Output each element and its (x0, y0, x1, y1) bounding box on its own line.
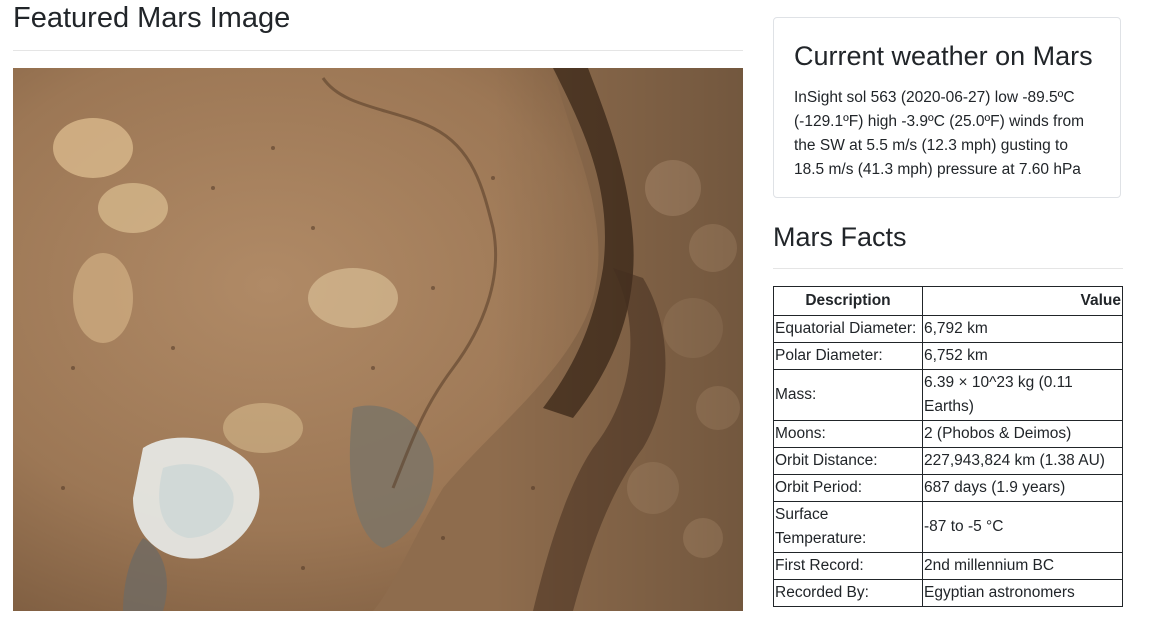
facts-divider (773, 268, 1123, 269)
facts-header-row: Description Value (773, 286, 1123, 316)
table-row: Surface Temperature: -87 to -5 °C (773, 501, 1123, 553)
fact-description: First Record: (773, 552, 923, 580)
featured-divider (13, 50, 743, 51)
facts-header-value: Value (922, 286, 1123, 316)
facts-title: Mars Facts (773, 222, 907, 252)
fact-value: 6,792 km (922, 315, 1123, 343)
facts-table: Description Value Equatorial Diameter: 6… (773, 286, 1123, 607)
fact-description: Moons: (773, 420, 923, 448)
table-row: Moons: 2 (Phobos & Deimos) (773, 420, 1123, 448)
featured-mars-image[interactable] (13, 68, 743, 611)
fact-description: Orbit Period: (773, 474, 923, 502)
table-row: Recorded By: Egyptian astronomers (773, 579, 1123, 607)
facts-header-description: Description (773, 286, 923, 316)
weather-text: InSight sol 563 (2020-06-27) low -89.5ºC… (794, 89, 1085, 178)
fact-value: 2 (Phobos & Deimos) (922, 420, 1123, 448)
fact-value: 687 days (1.9 years) (922, 474, 1123, 502)
page: Featured Mars Image Current weather on M… (0, 0, 1153, 622)
fact-description: Mass: (773, 369, 923, 421)
fact-description: Surface Temperature: (773, 501, 923, 553)
fact-description: Orbit Distance: (773, 447, 923, 475)
weather-card: Current weather on Mars InSight sol 563 … (773, 17, 1121, 198)
fact-value: -87 to -5 °C (922, 501, 1123, 553)
fact-value: 6,752 km (922, 342, 1123, 370)
fact-value: 6.39 × 10^23 kg (0.11 Earths) (922, 369, 1123, 421)
fact-value: 2nd millennium BC (922, 552, 1123, 580)
table-row: First Record: 2nd millennium BC (773, 552, 1123, 580)
table-row: Orbit Distance: 227,943,824 km (1.38 AU) (773, 447, 1123, 475)
fact-description: Recorded By: (773, 579, 923, 607)
fact-description: Polar Diameter: (773, 342, 923, 370)
fact-value: 227,943,824 km (1.38 AU) (922, 447, 1123, 475)
table-row: Mass: 6.39 × 10^23 kg (0.11 Earths) (773, 369, 1123, 421)
weather-title: Current weather on Mars (794, 41, 1093, 71)
table-row: Orbit Period: 687 days (1.9 years) (773, 474, 1123, 502)
table-row: Polar Diameter: 6,752 km (773, 342, 1123, 370)
fact-value: Egyptian astronomers (922, 579, 1123, 607)
fact-description: Equatorial Diameter: (773, 315, 923, 343)
mars-image-graphic (13, 68, 743, 611)
featured-section: Featured Mars Image (13, 0, 743, 611)
featured-title: Featured Mars Image (13, 2, 291, 34)
table-row: Equatorial Diameter: 6,792 km (773, 315, 1123, 343)
